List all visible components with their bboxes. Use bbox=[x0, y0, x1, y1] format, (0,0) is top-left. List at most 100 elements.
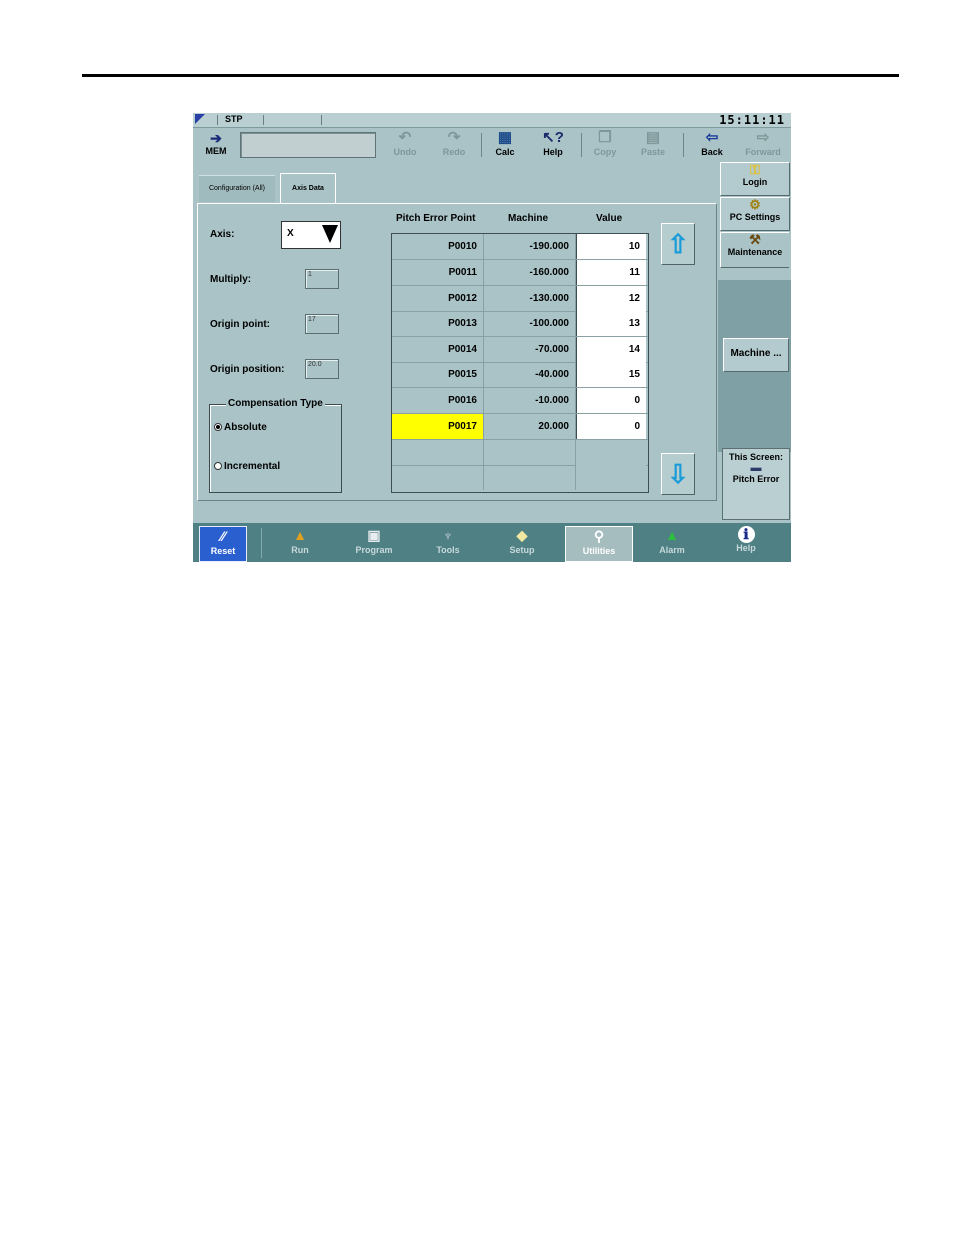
login-label: Login bbox=[742, 177, 768, 187]
mem-button[interactable]: ➔ MEM bbox=[201, 130, 231, 156]
table-row-selected[interactable]: P0017 20.000 0 bbox=[392, 414, 648, 440]
nav-tools[interactable]: ♆ Tools bbox=[419, 526, 477, 560]
axis-dropdown[interactable]: X bbox=[281, 221, 341, 249]
pitch-point-cell-highlighted: P0017 bbox=[392, 414, 484, 439]
multiply-field[interactable]: 1 bbox=[305, 269, 339, 289]
nav-alarm[interactable]: ▲ Alarm bbox=[643, 526, 701, 560]
nav-divider bbox=[261, 528, 262, 558]
value-cell[interactable]: 0 bbox=[576, 388, 646, 413]
pitch-point-cell: P0015 bbox=[392, 362, 484, 387]
redo-button[interactable]: ↷ Redo bbox=[432, 129, 476, 157]
column-header-machine: Machine bbox=[508, 213, 549, 224]
nav-utilities[interactable]: ⚲ Utilities bbox=[565, 526, 633, 562]
value-cell[interactable]: 0 bbox=[576, 414, 646, 439]
machine-cell: -100.000 bbox=[484, 311, 576, 336]
calculator-icon: ▦ bbox=[497, 129, 513, 146]
pc-settings-icon: ⚙ bbox=[749, 197, 761, 212]
origin-position-field[interactable]: 20.0 bbox=[305, 359, 339, 379]
reset-icon: ⁄⁄ bbox=[220, 528, 226, 544]
table-row[interactable]: P0013 -100.000 13 bbox=[392, 311, 648, 337]
redo-label: Redo bbox=[442, 147, 466, 157]
value-cell[interactable]: 14 bbox=[576, 337, 646, 362]
origin-point-field[interactable]: 17 bbox=[305, 314, 339, 334]
nav-setup[interactable]: ◆ Setup bbox=[493, 526, 551, 560]
absolute-radio[interactable]: Absolute bbox=[214, 422, 267, 433]
back-button[interactable]: ⇦ Back bbox=[690, 129, 734, 157]
absolute-label: Absolute bbox=[224, 422, 267, 433]
status-divider bbox=[263, 115, 264, 125]
mem-label: MEM bbox=[205, 146, 227, 156]
pitch-point-cell: P0016 bbox=[392, 388, 484, 413]
table-row[interactable]: P0014 -70.000 14 bbox=[392, 337, 648, 363]
help-pointer-icon: ↖? bbox=[542, 129, 564, 146]
forward-button[interactable]: ⇨ Forward bbox=[741, 129, 785, 157]
value-cell[interactable]: 12 bbox=[576, 286, 646, 311]
tab-configuration-all[interactable]: Configuration (All) bbox=[199, 175, 275, 202]
empty-cell bbox=[576, 465, 646, 490]
undo-icon: ↶ bbox=[398, 129, 412, 146]
compensation-type-title: Compensation Type bbox=[226, 398, 325, 409]
maintenance-button[interactable]: ⚒ Maintenance bbox=[720, 232, 789, 268]
reset-button[interactable]: ⁄⁄ Reset bbox=[199, 526, 247, 562]
table-row[interactable]: P0011 -160.000 11 bbox=[392, 260, 648, 286]
multiply-label: Multiply: bbox=[210, 274, 252, 285]
column-header-pitch-error-point: Pitch Error Point bbox=[396, 213, 476, 224]
nav-program[interactable]: ▣ Program bbox=[345, 526, 403, 560]
table-row-empty bbox=[392, 440, 648, 466]
empty-cell bbox=[392, 440, 484, 465]
setup-icon: ◆ bbox=[516, 527, 528, 543]
pitch-error-icon: ▬ bbox=[750, 462, 762, 474]
table-row[interactable]: P0012 -130.000 12 bbox=[392, 286, 648, 312]
run-icon: ▲ bbox=[293, 527, 307, 543]
value-cell[interactable]: 10 bbox=[576, 234, 646, 259]
paste-label: Paste bbox=[640, 147, 666, 157]
table-row[interactable]: P0016 -10.000 0 bbox=[392, 388, 648, 414]
reset-label: Reset bbox=[210, 546, 236, 556]
pitch-point-cell: P0010 bbox=[392, 234, 484, 259]
calc-label: Calc bbox=[495, 147, 515, 157]
nav-run[interactable]: ▲ Run bbox=[271, 526, 329, 560]
value-cell[interactable]: 15 bbox=[576, 362, 646, 387]
machine-button[interactable]: Machine ... bbox=[723, 338, 789, 372]
machine-cell: 20.000 bbox=[484, 414, 576, 439]
radio-empty-icon bbox=[214, 462, 222, 471]
login-button[interactable]: ⚿ Login bbox=[720, 162, 790, 196]
machine-cell: -130.000 bbox=[484, 286, 576, 311]
cnc-control-window: STP 15:11:11 ➔ MEM ↶ Undo ↷ Redo ▦ Calc … bbox=[193, 113, 791, 562]
pitch-point-cell: P0014 bbox=[392, 337, 484, 362]
forward-label: Forward bbox=[745, 147, 781, 157]
maintenance-label: Maintenance bbox=[727, 247, 783, 257]
incremental-radio[interactable]: Incremental bbox=[214, 461, 280, 472]
side-panel: ⚿ Login ⚙ PC Settings ⚒ Maintenance Mach… bbox=[718, 160, 791, 520]
tab-axis-data[interactable]: Axis Data bbox=[280, 173, 336, 204]
paste-button[interactable]: ▤ Paste bbox=[631, 129, 675, 157]
back-label: Back bbox=[701, 147, 723, 157]
calc-button[interactable]: ▦ Calc bbox=[483, 129, 527, 157]
arrow-down-icon: ⇩ bbox=[667, 459, 689, 489]
this-screen-indicator: This Screen: ▬ Pitch Error bbox=[722, 448, 790, 520]
value-cell[interactable]: 11 bbox=[576, 260, 646, 285]
dropdown-arrow-icon[interactable] bbox=[322, 225, 338, 243]
status-divider bbox=[217, 115, 218, 125]
pc-settings-button[interactable]: ⚙ PC Settings bbox=[720, 197, 790, 231]
scroll-down-button[interactable]: ⇩ bbox=[661, 453, 695, 495]
table-row[interactable]: P0010 -190.000 10 bbox=[392, 234, 648, 260]
help-pointer-button[interactable]: ↖? Help bbox=[531, 129, 575, 157]
arrow-up-icon: ⇧ bbox=[667, 229, 689, 259]
window-corner-icon bbox=[195, 114, 205, 124]
table-row[interactable]: P0015 -40.000 15 bbox=[392, 362, 648, 388]
undo-button[interactable]: ↶ Undo bbox=[383, 129, 427, 157]
scroll-up-button[interactable]: ⇧ bbox=[661, 223, 695, 265]
utilities-label: Utilities bbox=[582, 546, 616, 556]
nav-help[interactable]: ℹ Help bbox=[717, 526, 775, 560]
toolbar: ➔ MEM ↶ Undo ↷ Redo ▦ Calc ↖? Help ❐ Cop… bbox=[193, 128, 791, 160]
tools-icon: ♆ bbox=[442, 527, 454, 543]
pitch-point-cell: P0013 bbox=[392, 311, 484, 336]
value-cell[interactable]: 13 bbox=[576, 311, 646, 336]
copy-button[interactable]: ❐ Copy bbox=[583, 129, 627, 157]
pitch-point-cell: P0011 bbox=[392, 260, 484, 285]
maintenance-tools-icon: ⚒ bbox=[749, 232, 761, 247]
page-header-rule bbox=[82, 74, 899, 77]
clock-readout: 15:11:11 bbox=[719, 113, 785, 127]
alarm-icon: ▲ bbox=[665, 527, 679, 543]
